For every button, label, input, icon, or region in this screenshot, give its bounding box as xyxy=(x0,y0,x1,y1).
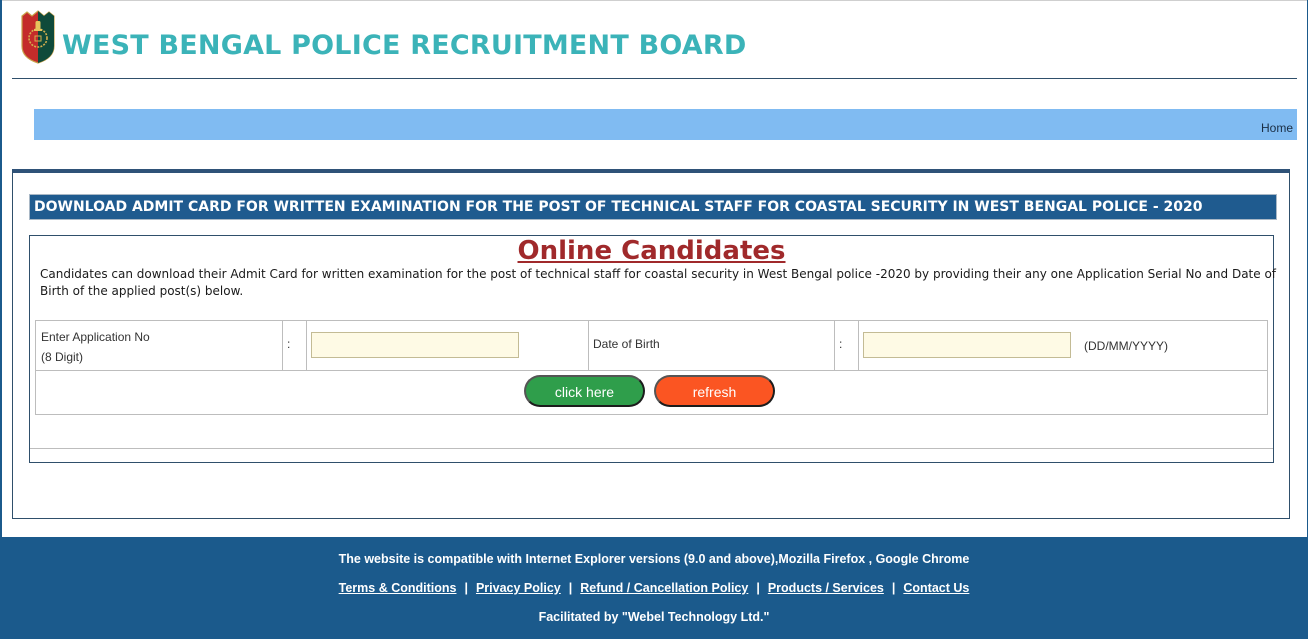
footer-links: Terms & Conditions | Privacy Policy | Refund… xyxy=(0,581,1308,595)
app-no-input-cell xyxy=(307,321,589,370)
dob-label: Date of Birth xyxy=(589,321,835,370)
app-no-sublabel: (8 Digit) xyxy=(41,350,84,364)
privacy-link[interactable]: Privacy Policy xyxy=(476,581,561,595)
page-title-bar: DOWNLOAD ADMIT CARD FOR WRITTEN EXAMINAT… xyxy=(29,194,1277,220)
date-of-birth-input[interactable] xyxy=(863,332,1071,358)
submit-button[interactable]: click here xyxy=(524,375,645,407)
online-candidates-heading: Online Candidates xyxy=(517,236,786,266)
dob-input-cell: (DD/MM/YYYY) xyxy=(859,321,1267,370)
link-separator: | xyxy=(464,581,468,595)
site-header: WEST BENGAL POLICE RECRUITMENT BOARD xyxy=(12,0,1297,79)
application-no-input[interactable] xyxy=(311,332,519,358)
login-form-table: Enter Application No (8 Digit) : Date of… xyxy=(35,320,1268,415)
link-separator: | xyxy=(756,581,760,595)
nav-home-link[interactable]: Home xyxy=(1261,121,1293,135)
refund-link[interactable]: Refund / Cancellation Policy xyxy=(580,581,748,595)
products-link[interactable]: Products / Services xyxy=(768,581,884,595)
main-panel: DOWNLOAD ADMIT CARD FOR WRITTEN EXAMINAT… xyxy=(12,169,1290,519)
terms-link[interactable]: Terms & Conditions xyxy=(339,581,457,595)
app-no-separator: : xyxy=(283,321,307,370)
link-separator: | xyxy=(568,581,573,595)
dob-separator: : xyxy=(835,321,859,370)
contact-link[interactable]: Contact Us xyxy=(903,581,969,595)
facilitator-credit: Facilitated by "Webel Technology Ltd." xyxy=(538,610,770,624)
admit-card-form-panel: Online Candidates Candidates can downloa… xyxy=(29,235,1276,463)
instructions-text: Candidates can download their Admit Card… xyxy=(40,267,1277,298)
refresh-button[interactable]: refresh xyxy=(654,375,775,407)
site-footer: The website is compatible with Internet … xyxy=(0,537,1308,639)
app-no-label-cell: Enter Application No (8 Digit) xyxy=(36,321,283,370)
police-emblem-shield-icon xyxy=(21,10,55,64)
nav-bar: Home xyxy=(34,109,1297,140)
form-section: Online Candidates Candidates can downloa… xyxy=(30,236,1276,449)
dob-format-hint: (DD/MM/YYYY) xyxy=(1084,339,1168,353)
link-separator: | xyxy=(891,581,896,595)
browser-compat-notice: The website is compatible with Internet … xyxy=(338,552,970,566)
app-no-label: Enter Application No xyxy=(41,330,150,344)
site-title: WEST BENGAL POLICE RECRUITMENT BOARD xyxy=(62,30,747,61)
page-left-border xyxy=(0,0,2,537)
form-input-row: Enter Application No (8 Digit) : Date of… xyxy=(36,321,1267,371)
